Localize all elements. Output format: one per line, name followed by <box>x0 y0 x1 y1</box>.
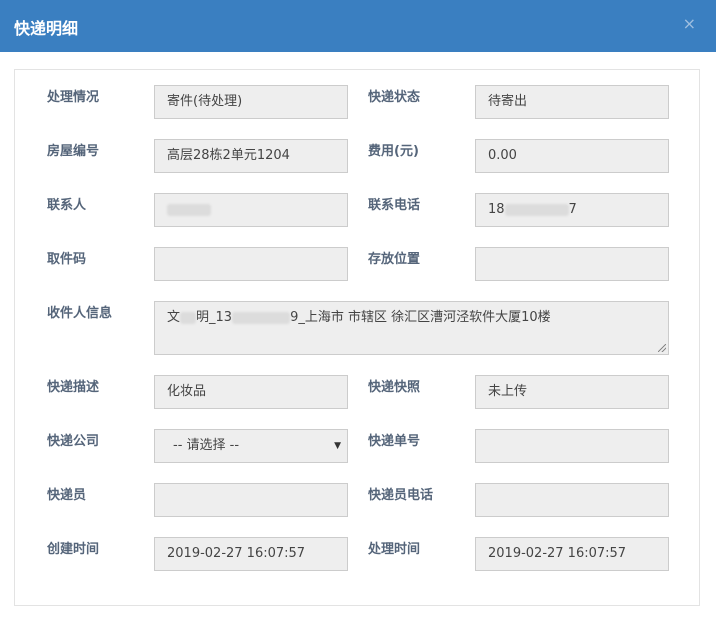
contact-field[interactable] <box>154 193 348 227</box>
redacted-recipient-phone <box>232 311 291 324</box>
close-icon[interactable]: × <box>683 14 696 33</box>
storage-label: 存放位置 <box>368 252 421 267</box>
photo-label: 快递快照 <box>368 380 421 395</box>
company-label: 快递公司 <box>47 434 100 449</box>
resize-handle-icon[interactable] <box>658 344 666 352</box>
room-field[interactable]: 高层28栋2单元1204 <box>154 139 348 173</box>
recipient-address: 9_上海市 市辖区 徐汇区漕河泾软件大厦10楼 <box>290 310 551 325</box>
contact-phone-field[interactable]: 18 7 <box>475 193 669 227</box>
courier-label: 快递员 <box>47 488 87 503</box>
redacted-contact-name <box>167 203 211 216</box>
processed-label: 处理时间 <box>368 542 421 557</box>
tracking-label: 快递单号 <box>368 434 421 449</box>
redacted-phone <box>504 203 569 216</box>
recipient-mid1: 明_13 <box>196 310 233 325</box>
dropdown-caret-icon: ▼ <box>334 441 341 451</box>
company-select[interactable]: -- 请选择 -- ▼ <box>154 429 348 463</box>
delivery-status-field[interactable]: 待寄出 <box>475 85 669 119</box>
company-selected-value: -- 请选择 -- <box>173 438 240 453</box>
pickup-code-field[interactable] <box>154 247 348 281</box>
created-field[interactable]: 2019-02-27 16:07:57 <box>154 537 348 571</box>
courier-field[interactable] <box>154 483 348 517</box>
created-label: 创建时间 <box>47 542 100 557</box>
dialog-header: 快递明细 × <box>0 0 716 52</box>
recipient-label: 收件人信息 <box>47 306 113 321</box>
processed-field[interactable]: 2019-02-27 16:07:57 <box>475 537 669 571</box>
redacted-recipient-name <box>180 311 197 324</box>
dialog-title: 快递明细 <box>14 19 79 38</box>
photo-field[interactable]: 未上传 <box>475 375 669 409</box>
desc-field[interactable]: 化妆品 <box>154 375 348 409</box>
contact-phone-label: 联系电话 <box>368 198 421 213</box>
contact-phone-suffix: 7 <box>568 202 577 217</box>
courier-phone-field[interactable] <box>475 483 669 517</box>
contact-label: 联系人 <box>47 198 87 213</box>
status-field[interactable]: 寄件(待处理) <box>154 85 348 119</box>
tracking-field[interactable] <box>475 429 669 463</box>
desc-label: 快递描述 <box>47 380 100 395</box>
recipient-textarea[interactable]: 文明_13 9_上海市 市辖区 徐汇区漕河泾软件大厦10楼 <box>154 301 669 355</box>
storage-field[interactable] <box>475 247 669 281</box>
room-label: 房屋编号 <box>47 144 100 159</box>
courier-phone-label: 快递员电话 <box>368 488 434 503</box>
pickup-code-label: 取件码 <box>47 252 87 267</box>
fee-field[interactable]: 0.00 <box>475 139 669 173</box>
delivery-status-label: 快递状态 <box>368 90 421 105</box>
recipient-prefix: 文 <box>167 310 181 325</box>
status-label: 处理情况 <box>47 90 100 105</box>
contact-phone-prefix: 18 <box>488 202 505 217</box>
fee-label: 费用(元) <box>368 144 419 159</box>
